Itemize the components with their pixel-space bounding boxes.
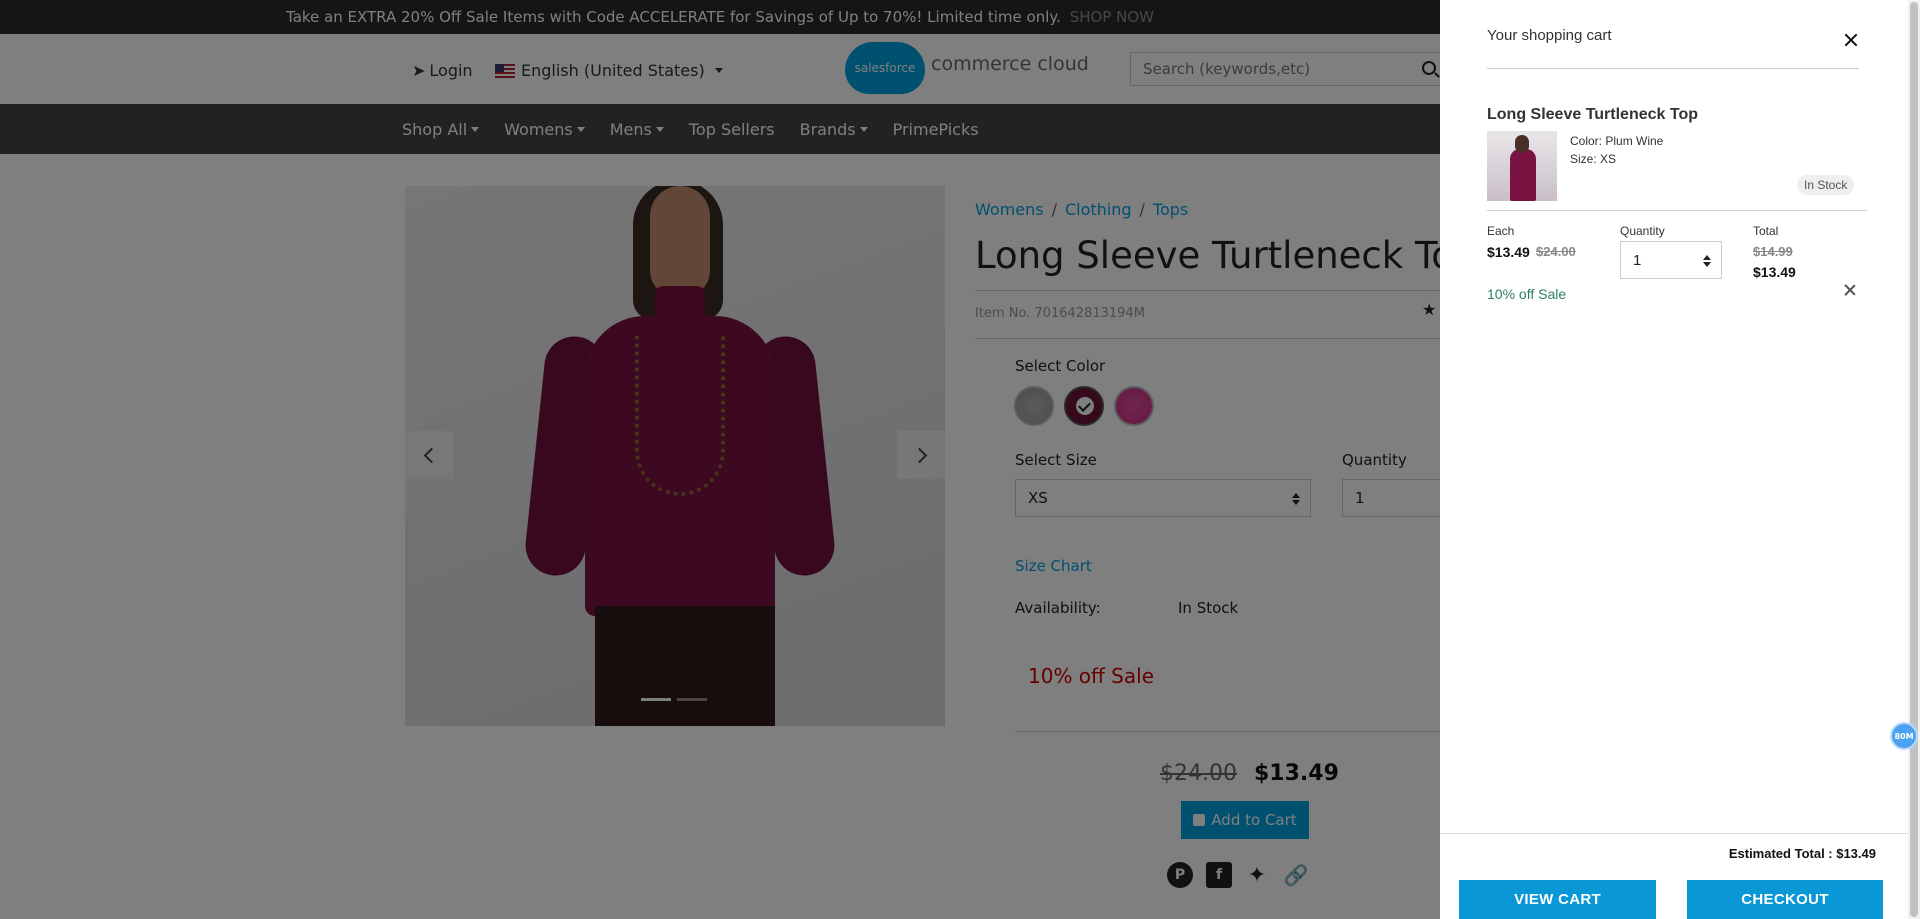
total-label: Total <box>1753 224 1779 238</box>
extension-badge[interactable]: 80M <box>1890 722 1918 750</box>
total-price: $13.49 <box>1753 264 1796 280</box>
divider <box>1487 68 1859 69</box>
cart-item-name[interactable]: Long Sleeve Turtleneck Top <box>1487 106 1698 124</box>
cart-quantity-value: 1 <box>1633 252 1642 269</box>
sort-arrows-icon <box>1703 255 1711 267</box>
remove-item-icon[interactable] <box>1844 283 1856 295</box>
checkout-button[interactable]: CHECKOUT <box>1687 880 1883 919</box>
cart-item-color: Color: Plum Wine <box>1570 134 1664 148</box>
estimated-total: Estimated Total : $13.49 <box>1728 846 1876 861</box>
cart-item-promotion: 10% off Sale <box>1487 286 1567 302</box>
close-icon[interactable] <box>1843 32 1859 48</box>
stock-badge: In Stock <box>1797 175 1855 195</box>
each-price: $13.49 <box>1487 244 1530 260</box>
modal-backdrop[interactable] <box>0 0 1440 919</box>
cart-title: Your shopping cart <box>1487 27 1612 44</box>
cart-quantity-select[interactable]: 1 <box>1620 241 1722 279</box>
view-cart-button[interactable]: VIEW CART <box>1459 880 1656 919</box>
scrollbar-thumb[interactable] <box>1910 2 1918 917</box>
each-original-price: $24.00 <box>1536 244 1576 259</box>
mini-cart-drawer: Your shopping cart Long Sleeve Turtlenec… <box>1440 0 1908 919</box>
total-original-price: $14.99 <box>1753 244 1793 259</box>
cart-item-size: Size: XS <box>1570 152 1617 166</box>
each-label: Each <box>1487 224 1515 238</box>
cart-item-thumbnail[interactable] <box>1487 131 1557 201</box>
divider <box>1440 833 1908 834</box>
quantity-label: Quantity <box>1620 224 1665 238</box>
divider <box>1487 210 1867 211</box>
thumbnail-image <box>1510 149 1536 201</box>
scrollbar[interactable] <box>1908 0 1920 919</box>
thumbnail-image <box>1515 135 1529 153</box>
